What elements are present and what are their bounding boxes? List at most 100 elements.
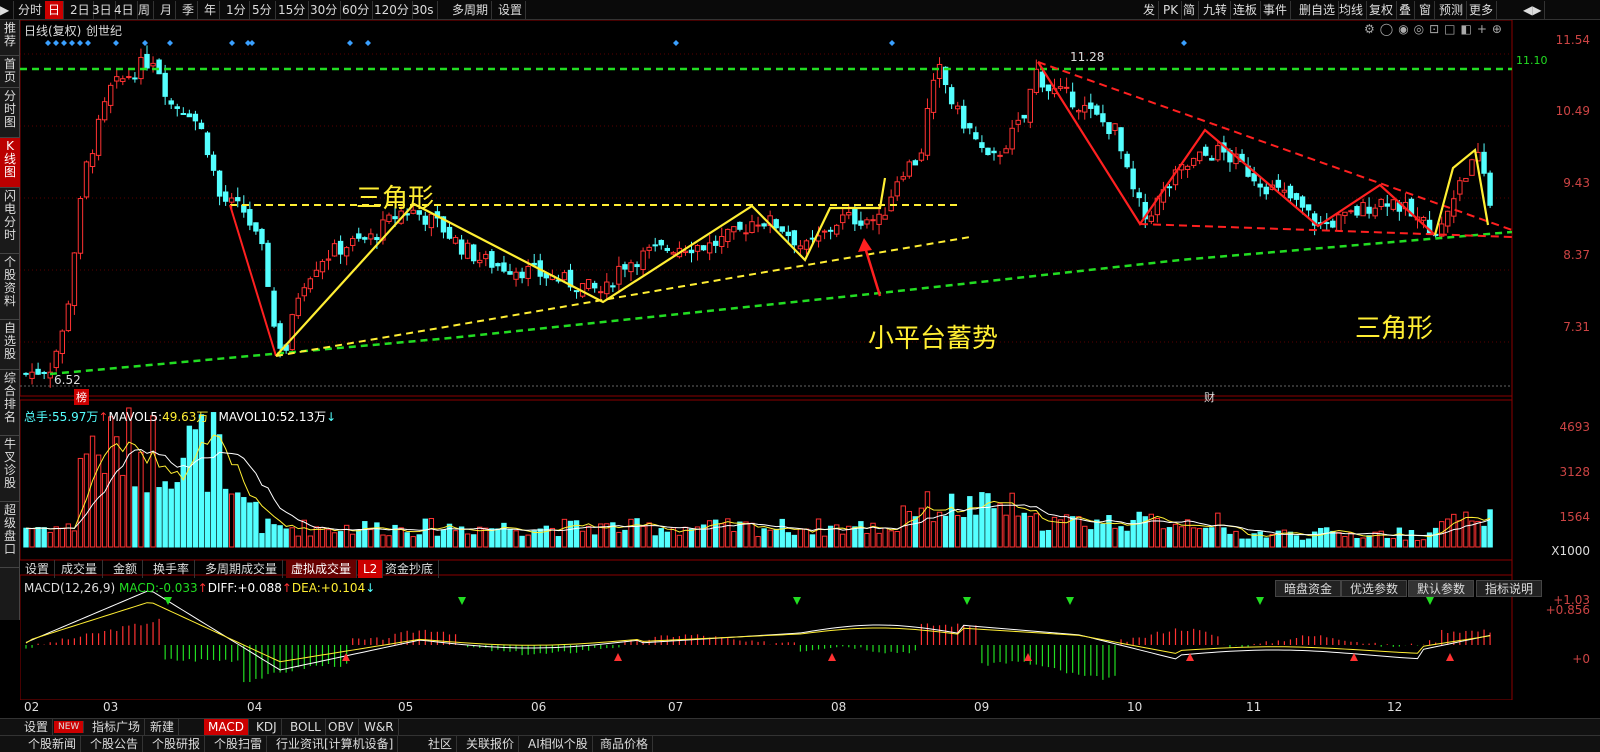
period-15[interactable]: 30s (409, 1, 438, 19)
volume-bar (761, 528, 767, 548)
volume-bar (1408, 530, 1415, 548)
period-14[interactable]: 120分 (371, 1, 413, 19)
tool-2[interactable]: 简 (1180, 1, 1200, 19)
news-tab-5[interactable]: 社区 (424, 736, 458, 752)
period-0[interactable]: 分时 (15, 1, 47, 19)
kline-chart[interactable] (20, 20, 1600, 700)
volume-bar (767, 529, 773, 548)
sidebar-item-2[interactable]: 分时图 (0, 88, 20, 138)
candle-body (1487, 172, 1493, 206)
period-4[interactable]: 4日 (111, 1, 138, 19)
news-tab-7[interactable]: AI相似个股 (524, 736, 593, 752)
period-7[interactable]: 季 (179, 1, 199, 19)
play-icon[interactable]: ▶ (0, 1, 14, 19)
candle-body (1166, 186, 1173, 189)
sidebar-item-5[interactable]: 个股资料 (0, 254, 20, 320)
news-tab-0[interactable]: 个股新闻 (24, 736, 82, 752)
tool-8[interactable]: 复权 (1366, 1, 1398, 19)
candle-body (192, 113, 199, 122)
period-11[interactable]: 15分 (275, 1, 310, 19)
candle-body (319, 260, 326, 273)
candle-body (507, 271, 513, 275)
sidebar-item-8[interactable]: 牛叉诊股 (0, 436, 20, 502)
news-tab-3[interactable]: 个股扫雷 (210, 736, 268, 752)
period-9[interactable]: 1分 (223, 1, 250, 19)
indicator-tab-4[interactable]: MACD (204, 719, 249, 735)
indicator-tab-2[interactable]: 指标广场 (88, 719, 146, 735)
indicator-tab-3[interactable]: 新建 (146, 719, 180, 735)
macd-label: MACD: (118, 581, 159, 595)
volume-bar (658, 528, 664, 548)
volume-bar (513, 530, 519, 548)
platform-arrow (862, 243, 882, 297)
nav-arrows-icon[interactable]: ◀▶ (1520, 1, 1546, 19)
volume-bar (731, 531, 737, 548)
tool-3[interactable]: 九转 (1200, 1, 1232, 19)
chart-tools-icons[interactable]: ⚙◯◉◎⊡□◧+⊕ (1364, 22, 1507, 36)
candle-body (89, 153, 96, 168)
tool-5[interactable]: 事件 (1260, 1, 1292, 19)
news-tab-1[interactable]: 个股公告 (86, 736, 144, 752)
indicator-help-button[interactable]: 指标说明 (1476, 580, 1543, 597)
period-6[interactable]: 月 (157, 1, 177, 19)
vol-tab-2[interactable]: 金额 (108, 560, 144, 578)
tool-7[interactable]: 均线 (1336, 1, 1368, 19)
sidebar-item-4[interactable]: 闪电分时 (0, 188, 20, 254)
period-13[interactable]: 60分 (339, 1, 374, 19)
indicator-tab-5[interactable]: KDJ (252, 719, 282, 735)
default-params-button[interactable]: 默认参数 (1408, 580, 1475, 597)
period-8[interactable]: 年 (201, 1, 221, 19)
sidebar-item-6[interactable]: 自选股 (0, 320, 20, 370)
indicator-tab-0[interactable]: 设置 (20, 719, 54, 735)
volume-bar (1015, 515, 1021, 548)
optimal-params-button[interactable]: 优选参数 (1341, 580, 1408, 597)
period-10[interactable]: 5分 (249, 1, 276, 19)
news-tab-6[interactable]: 关联报价 (462, 736, 520, 752)
volume-bar (289, 527, 295, 548)
vol-tab-0[interactable]: 设置 (20, 560, 56, 578)
news-tab-2[interactable]: 个股研报 (148, 736, 206, 752)
volume-bar (241, 497, 247, 548)
indicator-tab-7[interactable]: OBV (324, 719, 359, 735)
period-12[interactable]: 30分 (307, 1, 342, 19)
candle-body (229, 197, 235, 203)
candle-body (259, 228, 265, 245)
month-label-11: 11 (1246, 700, 1262, 714)
indicator-tab-8[interactable]: W&R (360, 719, 399, 735)
tool-12[interactable]: 更多 (1466, 1, 1498, 19)
vol-tab-3[interactable]: 换手率 (148, 560, 196, 578)
period-5[interactable]: 周 (135, 1, 155, 19)
candle-body (1257, 183, 1263, 188)
dark-pool-button[interactable]: 暗盘资金 (1275, 580, 1342, 597)
vol-tab-4[interactable]: 多周期成交量 (200, 560, 284, 578)
vol-tab-1[interactable]: 成交量 (56, 560, 104, 578)
indicator-tab-1[interactable]: NEW (54, 721, 85, 733)
tool-4[interactable]: 连板 (1230, 1, 1262, 19)
tool-0[interactable]: 发 (1140, 1, 1160, 19)
indicator-tab-6[interactable]: BOLL (286, 719, 326, 735)
tool-10[interactable]: 窗 (1416, 1, 1436, 19)
candle-body (864, 219, 870, 225)
period-1[interactable]: 日 (45, 1, 65, 19)
vol-tab-5[interactable]: 虚拟成交量 (286, 560, 358, 578)
cai-badge[interactable]: 财 (1204, 389, 1215, 405)
sidebar-item-1[interactable]: 首页 (0, 56, 20, 88)
sidebar-item-7[interactable]: 综合排名 (0, 370, 20, 436)
news-tab-4[interactable]: 行业资讯[计算机设备] (272, 736, 399, 752)
tool-1[interactable]: PK (1160, 1, 1183, 19)
tool-6[interactable]: 删自选 (1296, 1, 1340, 19)
period-17[interactable]: 设置 (495, 1, 527, 19)
volume-bar (253, 501, 259, 548)
candle-body (464, 242, 471, 259)
period-16[interactable]: 多周期 (449, 1, 493, 19)
tool-9[interactable]: 叠 (1396, 1, 1416, 19)
news-tab-8[interactable]: 商品价格 (596, 736, 654, 752)
vol-tab-7[interactable]: 资金抄底 (380, 560, 440, 578)
tool-11[interactable]: 预测 (1436, 1, 1468, 19)
sidebar-item-9[interactable]: 超级盘口 (0, 502, 20, 568)
sidebar-item-3[interactable]: K线图 (0, 138, 20, 188)
candle-body (1203, 146, 1209, 156)
candle-body (216, 170, 223, 197)
sidebar-item-0[interactable]: 推荐 (0, 20, 20, 56)
bang-badge[interactable]: 榜 (74, 389, 89, 405)
